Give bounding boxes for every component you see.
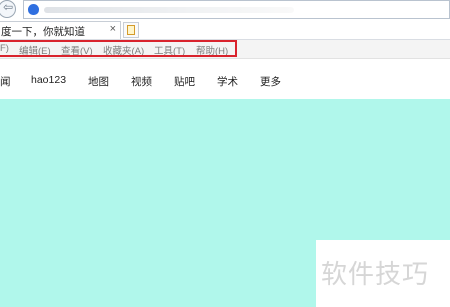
- url-text-blurred: [44, 7, 294, 13]
- tab-title: 度一下，你就知道: [1, 26, 85, 38]
- tab-close-icon[interactable]: ×: [110, 23, 116, 35]
- nav-map[interactable]: 地图: [88, 74, 109, 89]
- nav-video[interactable]: 视频: [131, 74, 152, 89]
- address-field[interactable]: [23, 0, 450, 19]
- nav-hao123[interactable]: hao123: [31, 74, 66, 86]
- tab-bar: 度一下，你就知道 ×: [0, 20, 450, 40]
- back-button[interactable]: ⇦: [0, 0, 16, 18]
- nav-more[interactable]: 更多: [260, 74, 281, 89]
- browser-tab[interactable]: 度一下，你就知道 ×: [0, 21, 121, 39]
- new-tab-icon: [127, 25, 135, 35]
- watermark-text: 软件技巧: [321, 260, 430, 290]
- nav-xueshu[interactable]: 学术: [217, 74, 238, 89]
- baidu-nav-links: 闻 hao123 地图 视频 贴吧 学术 更多: [0, 59, 450, 99]
- nav-news[interactable]: 闻: [0, 74, 11, 89]
- address-bar-row: ⇦: [0, 0, 450, 20]
- watermark-box: 软件技巧: [316, 240, 450, 307]
- menu-highlight-box: [0, 40, 237, 57]
- nav-tieba[interactable]: 贴吧: [174, 74, 195, 89]
- baidu-paw-icon: [28, 4, 39, 15]
- back-arrow-icon: ⇦: [3, 0, 14, 14]
- new-tab-button[interactable]: [123, 22, 139, 38]
